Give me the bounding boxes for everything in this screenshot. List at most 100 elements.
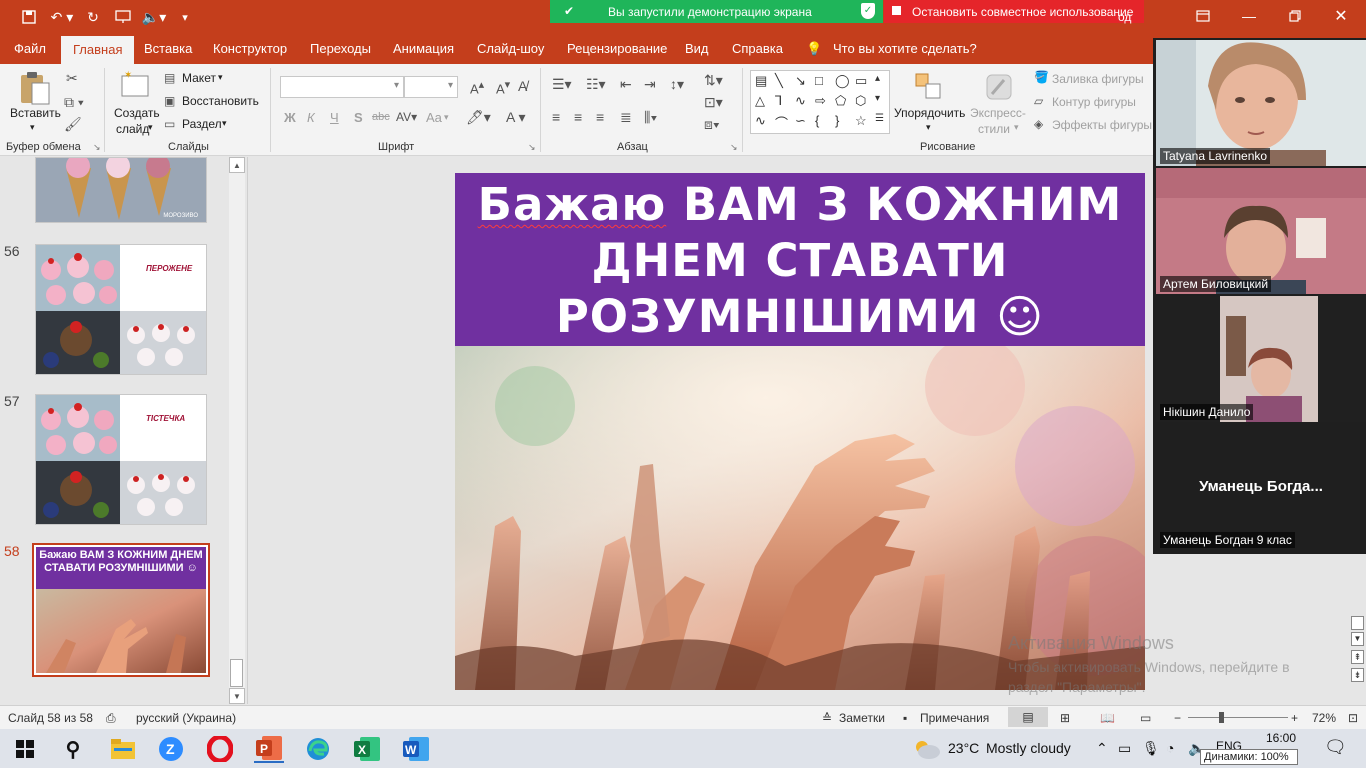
align-left-icon[interactable]: ≡ bbox=[552, 109, 560, 125]
comments-button[interactable]: Примечания bbox=[920, 711, 989, 725]
tab-help[interactable]: Справка bbox=[732, 41, 783, 56]
copy-icon[interactable]: ⧉ ▾ bbox=[64, 94, 84, 111]
numbering-icon[interactable]: ☷▾ bbox=[586, 76, 606, 93]
zoom-slider[interactable] bbox=[1188, 717, 1288, 718]
align-right-icon[interactable]: ≡ bbox=[596, 109, 604, 125]
tab-view[interactable]: Вид bbox=[685, 41, 709, 56]
shape-fill-button[interactable]: Заливка фигуры bbox=[1052, 72, 1144, 86]
highlight-icon[interactable]: 🖊▾ bbox=[466, 109, 491, 126]
spellcheck-icon[interactable]: ⎙ bbox=[106, 711, 116, 726]
tab-transitions[interactable]: Переходы bbox=[310, 41, 371, 56]
justify-icon[interactable]: ≣ bbox=[620, 109, 632, 126]
section-button[interactable]: Раздел bbox=[182, 117, 222, 131]
close-button[interactable]: ✕ bbox=[1318, 0, 1364, 32]
gallery-more-icon[interactable]: ☰ bbox=[875, 113, 884, 124]
paste-dropdown-icon[interactable]: ▾ bbox=[30, 122, 35, 133]
thumbnail-scrollbar[interactable]: ▲ ▼ bbox=[229, 157, 245, 704]
gallery-up-icon[interactable]: ▴ bbox=[875, 73, 880, 84]
participant-video-4[interactable]: Уманець Богда... Уманець Богдан 9 клас bbox=[1156, 424, 1366, 550]
comments-icon[interactable]: ▪ bbox=[903, 711, 907, 725]
participant-video-2[interactable]: Артем Биловицкий bbox=[1156, 168, 1366, 294]
show-hidden-icons-icon[interactable]: ⌃ bbox=[1096, 740, 1108, 757]
present-from-start-icon[interactable] bbox=[112, 6, 134, 28]
new-slide-icon[interactable]: ✶ bbox=[120, 70, 152, 103]
change-case-dropdown-icon[interactable]: ▾ bbox=[444, 112, 449, 123]
clipboard-launcher-icon[interactable]: ↘ bbox=[93, 142, 101, 153]
smartart-icon[interactable]: ⧈▾ bbox=[704, 116, 720, 133]
line-spacing-icon[interactable]: ↕▾ bbox=[670, 76, 684, 93]
current-slide[interactable]: Бажаю ВАМ З КОЖНИМ ДНЕМ СТАВАТИ РОЗУМНІШ… bbox=[455, 173, 1145, 690]
elbow-connector-icon[interactable]: ⅂ bbox=[775, 93, 782, 109]
powerpoint-app-icon[interactable]: P bbox=[254, 735, 284, 763]
tell-me-search[interactable]: Что вы хотите сделать? bbox=[833, 41, 977, 56]
pentagon-shape-icon[interactable]: ⬠ bbox=[835, 93, 846, 109]
scribble-shape-icon[interactable]: ∽ bbox=[795, 113, 806, 129]
normal-view-button[interactable]: ▤ bbox=[1008, 707, 1048, 727]
quick-styles-label-1[interactable]: Экспресс- bbox=[970, 106, 1026, 120]
shape-outline-icon[interactable]: ▱ bbox=[1034, 94, 1043, 108]
paste-button[interactable]: Вставить bbox=[10, 106, 61, 120]
align-text-icon[interactable]: ⊡▾ bbox=[704, 94, 723, 111]
font-color-icon[interactable]: A ▾ bbox=[506, 109, 525, 126]
text-direction-icon[interactable]: ⇅▾ bbox=[704, 72, 723, 89]
quick-styles-icon[interactable] bbox=[984, 72, 1014, 105]
paragraph-launcher-icon[interactable]: ↘ bbox=[730, 142, 738, 153]
notes-button[interactable]: Заметки bbox=[839, 711, 885, 725]
textbox-shape-icon[interactable]: ▤ bbox=[755, 73, 767, 89]
curved-connector-icon[interactable]: ∿ bbox=[795, 93, 806, 109]
speaker-icon[interactable]: 🔈▾ bbox=[140, 6, 168, 28]
customize-toolbar-icon[interactable]: ▾ bbox=[176, 6, 194, 28]
stop-share-button[interactable]: Остановить совместное использование bbox=[884, 0, 1144, 23]
shape-fill-icon[interactable]: 🪣 bbox=[1034, 70, 1049, 84]
char-spacing-icon[interactable]: AV▾ bbox=[396, 110, 417, 124]
tab-review[interactable]: Рецензирование bbox=[567, 41, 667, 56]
weather-cloud-icon[interactable] bbox=[912, 735, 942, 763]
format-painter-icon[interactable]: 🖌 bbox=[64, 116, 82, 133]
clock-time[interactable]: 16:00 bbox=[1266, 731, 1296, 745]
bullets-icon[interactable]: ☰▾ bbox=[552, 76, 572, 93]
battery-icon[interactable]: ▭ bbox=[1118, 740, 1131, 757]
zoom-out-button[interactable]: − bbox=[1174, 711, 1181, 725]
reset-icon[interactable]: ▣ bbox=[164, 94, 175, 108]
minimize-button[interactable]: — bbox=[1226, 0, 1272, 32]
bold-button[interactable]: Ж bbox=[284, 110, 296, 125]
new-slide-label-1[interactable]: Создать bbox=[114, 106, 160, 120]
font-family-select[interactable]: ▾ bbox=[280, 76, 404, 98]
windows-start-icon[interactable] bbox=[10, 735, 40, 763]
reset-button[interactable]: Восстановить bbox=[182, 94, 259, 108]
language-indicator[interactable]: русский (Украина) bbox=[136, 711, 236, 725]
shape-outline-button[interactable]: Контур фигуры bbox=[1052, 95, 1136, 109]
increase-indent-icon[interactable]: ⇥ bbox=[644, 76, 656, 93]
weather-description[interactable]: Mostly cloudy bbox=[986, 740, 1071, 756]
tab-animations[interactable]: Анимация bbox=[393, 41, 454, 56]
participant-video-3[interactable]: Нікішин Данило bbox=[1156, 296, 1366, 422]
arrow-shape-icon[interactable]: ↘ bbox=[795, 73, 806, 89]
ribbon-display-icon[interactable] bbox=[1180, 0, 1226, 32]
tab-file[interactable]: Файл bbox=[14, 41, 46, 56]
right-arrow-shape-icon[interactable]: ⇨ bbox=[815, 93, 826, 109]
excel-app-icon[interactable]: X bbox=[352, 735, 382, 763]
zoom-in-button[interactable]: + bbox=[1291, 711, 1298, 725]
rectangle-shape-icon[interactable]: □ bbox=[815, 73, 823, 88]
scroll-thumb[interactable] bbox=[230, 659, 243, 687]
wifi-icon[interactable]: ◔ bbox=[1166, 740, 1174, 756]
new-slide-dropdown-icon[interactable]: ▾ bbox=[148, 122, 153, 133]
scroll-down-icon[interactable]: ▼ bbox=[1351, 632, 1364, 646]
stage-scrollbar-thumb[interactable] bbox=[1351, 616, 1364, 630]
shadow-button[interactable]: S bbox=[354, 110, 363, 125]
font-size-select[interactable]: ▾ bbox=[404, 76, 458, 98]
weather-temperature[interactable]: 23°C bbox=[948, 740, 979, 756]
scroll-up-icon[interactable]: ▲ bbox=[229, 157, 245, 173]
change-case-button[interactable]: Aa bbox=[426, 110, 442, 125]
zoom-app-icon[interactable]: Z bbox=[156, 735, 186, 763]
tab-insert[interactable]: Вставка bbox=[144, 41, 192, 56]
section-dropdown-icon[interactable]: ▾ bbox=[222, 118, 227, 129]
opera-browser-icon[interactable] bbox=[205, 735, 235, 763]
paste-icon[interactable] bbox=[18, 70, 52, 109]
layout-dropdown-icon[interactable]: ▾ bbox=[218, 72, 223, 83]
word-app-icon[interactable]: W bbox=[401, 735, 431, 763]
notifications-icon[interactable]: 🗨 bbox=[1324, 737, 1347, 758]
restore-button[interactable] bbox=[1272, 0, 1318, 32]
edge-browser-icon[interactable] bbox=[303, 735, 333, 763]
left-brace-shape-icon[interactable]: { bbox=[815, 113, 819, 128]
